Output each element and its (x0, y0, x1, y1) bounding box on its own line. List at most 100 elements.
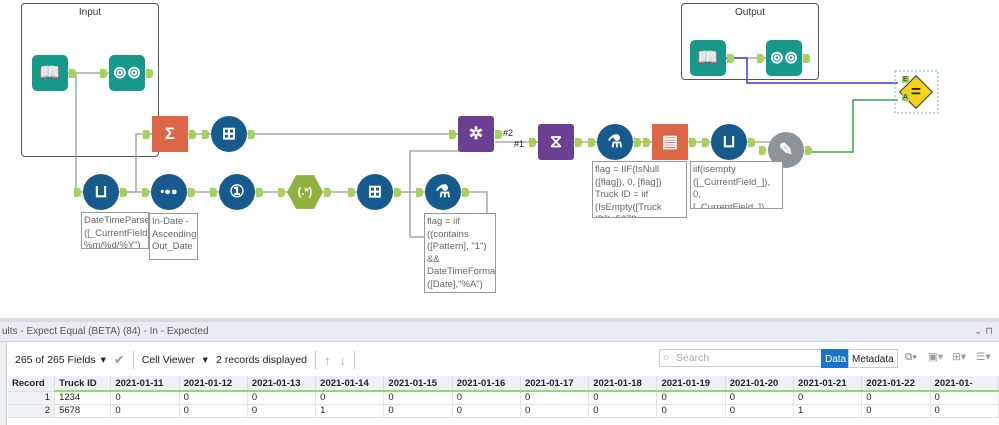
column-header[interactable]: 2021-01-15 (383, 376, 453, 392)
output-anchor[interactable] (462, 188, 469, 197)
input-anchor[interactable] (757, 54, 764, 63)
input-anchor[interactable] (449, 130, 456, 139)
column-header[interactable]: 2021-01-17 (520, 376, 590, 392)
column-header[interactable]: 2021-01- (930, 376, 999, 392)
input-anchor[interactable] (588, 138, 595, 147)
table-cell[interactable]: 0 (520, 391, 590, 405)
browse-tool[interactable]: ⊚⊚ (109, 55, 145, 91)
column-header[interactable]: 2021-01-16 (452, 376, 521, 392)
collapse-icon[interactable]: ⌄ ⊓ (974, 322, 993, 342)
table-cell[interactable]: 0 (383, 404, 453, 418)
table-cell[interactable]: 0 (588, 391, 658, 405)
table-cell[interactable]: 0 (179, 404, 248, 418)
multi-field-formula-tool-2[interactable]: ⊔ (83, 174, 119, 210)
table-cell[interactable]: 0 (452, 404, 521, 418)
output-anchor[interactable] (634, 138, 641, 147)
arrow-down-icon[interactable]: ↓ (340, 353, 347, 368)
input-anchor[interactable] (529, 138, 536, 147)
metadata-tab[interactable]: Metadata (848, 349, 898, 368)
output-anchor[interactable] (805, 146, 812, 155)
column-header[interactable]: 2021-01-11 (110, 376, 180, 392)
table-cell[interactable]: 1 (793, 404, 863, 418)
table-cell[interactable]: 0 (930, 404, 999, 418)
output-anchor[interactable] (248, 130, 255, 139)
output-input-data-tool[interactable]: 📖 (690, 40, 726, 76)
table-cell[interactable]: 0 (315, 391, 385, 405)
input-data-tool[interactable]: 📖 (32, 55, 68, 91)
table-cell[interactable]: 5678 (54, 404, 112, 418)
table-cell[interactable]: 0 (452, 391, 521, 405)
table-cell[interactable]: 1234 (54, 391, 112, 405)
input-anchor[interactable] (143, 130, 150, 139)
checkmark-icon[interactable]: ✔ (114, 352, 125, 368)
input-anchor[interactable] (210, 188, 217, 197)
table-cell[interactable]: 0 (247, 391, 317, 405)
add-column-icon[interactable]: ⊞▾ (952, 351, 966, 363)
output-anchor[interactable] (748, 138, 755, 147)
table-cell[interactable]: 1 (315, 404, 385, 418)
fields-selector[interactable]: 265 of 265 Fields (15, 354, 96, 366)
table-cell[interactable]: 2 (8, 404, 56, 418)
formula-tool[interactable]: ⚗ (597, 124, 633, 160)
data-tab[interactable]: Data (821, 349, 851, 368)
table-cell[interactable]: 0 (247, 404, 317, 418)
multi-field-formula-tool[interactable]: ⊔ (711, 124, 747, 160)
column-header[interactable]: 2021-01-19 (656, 376, 726, 392)
input-anchor[interactable] (416, 188, 423, 197)
output-anchor[interactable] (146, 69, 153, 78)
input-anchor[interactable] (702, 138, 709, 147)
table-cell[interactable]: 0 (656, 391, 726, 405)
table-cell[interactable]: 0 (383, 391, 453, 405)
cell-viewer-button[interactable]: Cell Viewer (142, 354, 195, 366)
output-anchor[interactable] (803, 54, 810, 63)
output-anchor[interactable] (256, 188, 263, 197)
input-anchor[interactable] (348, 188, 355, 197)
results-side-strip[interactable] (0, 342, 7, 425)
arrow-up-icon[interactable]: ↑ (324, 353, 331, 368)
table-cell[interactable]: 0 (930, 391, 999, 405)
sort-tool[interactable]: •●● (151, 174, 187, 210)
table-cell[interactable]: 0 (861, 391, 931, 405)
input-anchor[interactable] (142, 188, 149, 197)
output-browse-tool[interactable]: ⊚⊚ (766, 40, 802, 76)
table-row[interactable]: 1 1234 0 0 0 0 0 0 0 0 0 0 0 0 0 (8, 391, 999, 405)
table-cell[interactable]: 0 (656, 404, 726, 418)
output-anchor[interactable] (69, 69, 76, 78)
table-cell[interactable]: 0 (588, 404, 658, 418)
append-fields-tool-2[interactable]: ⊞ (357, 174, 393, 210)
column-header[interactable]: 2021-01-12 (179, 376, 248, 392)
table-cell[interactable]: 0 (725, 404, 795, 418)
output-anchor[interactable] (324, 188, 331, 197)
append-fields-tool[interactable]: ⊞ (211, 116, 247, 152)
output-anchor[interactable] (689, 138, 696, 147)
column-header[interactable]: 2021-01-22 (861, 376, 931, 392)
anchor-a[interactable]: A (902, 94, 909, 101)
column-header[interactable]: Record (8, 376, 56, 392)
output-anchor[interactable] (495, 130, 502, 139)
output-anchor[interactable] (394, 188, 401, 197)
record-id-tool[interactable]: ① (219, 174, 255, 210)
transpose-tool[interactable]: ⧖ (538, 124, 574, 160)
input-anchor[interactable] (74, 188, 81, 197)
column-header[interactable]: 2021-01-20 (725, 376, 795, 392)
table-cell[interactable]: 0 (520, 404, 590, 418)
anchor-e[interactable]: E (902, 76, 909, 83)
workflow-canvas[interactable]: Input Output 📖 ⊚⊚ 📖 ⊚⊚ Σ ⊞ ✲ ⧖ ⚗ ▤ ⊔ ✎ ⊔ •●● ① (.*) ⊞ ⚗ =… (0, 0, 999, 318)
table-cell[interactable]: 0 (179, 391, 248, 405)
table-row[interactable]: 2 5678 0 0 0 1 0 0 0 0 0 0 1 0 0 (8, 404, 999, 418)
output-anchor[interactable] (727, 54, 734, 63)
output-anchor[interactable] (120, 188, 127, 197)
table-cell[interactable]: 1 (8, 391, 56, 405)
copy-icon[interactable]: ⧉▾ (905, 351, 917, 364)
summarize-tool[interactable]: Σ (152, 116, 188, 152)
table-cell[interactable]: 0 (725, 391, 795, 405)
output-anchor[interactable] (188, 188, 195, 197)
dropdown-icon[interactable]: ▾ (101, 354, 106, 366)
table-cell[interactable]: 0 (110, 391, 180, 405)
output-anchor[interactable] (189, 130, 196, 139)
column-header[interactable]: 2021-01-14 (315, 376, 385, 392)
input-anchor[interactable] (202, 130, 209, 139)
column-header[interactable]: 2021-01-21 (793, 376, 863, 392)
table-cell[interactable]: 0 (861, 404, 931, 418)
input-anchor[interactable] (759, 146, 766, 155)
